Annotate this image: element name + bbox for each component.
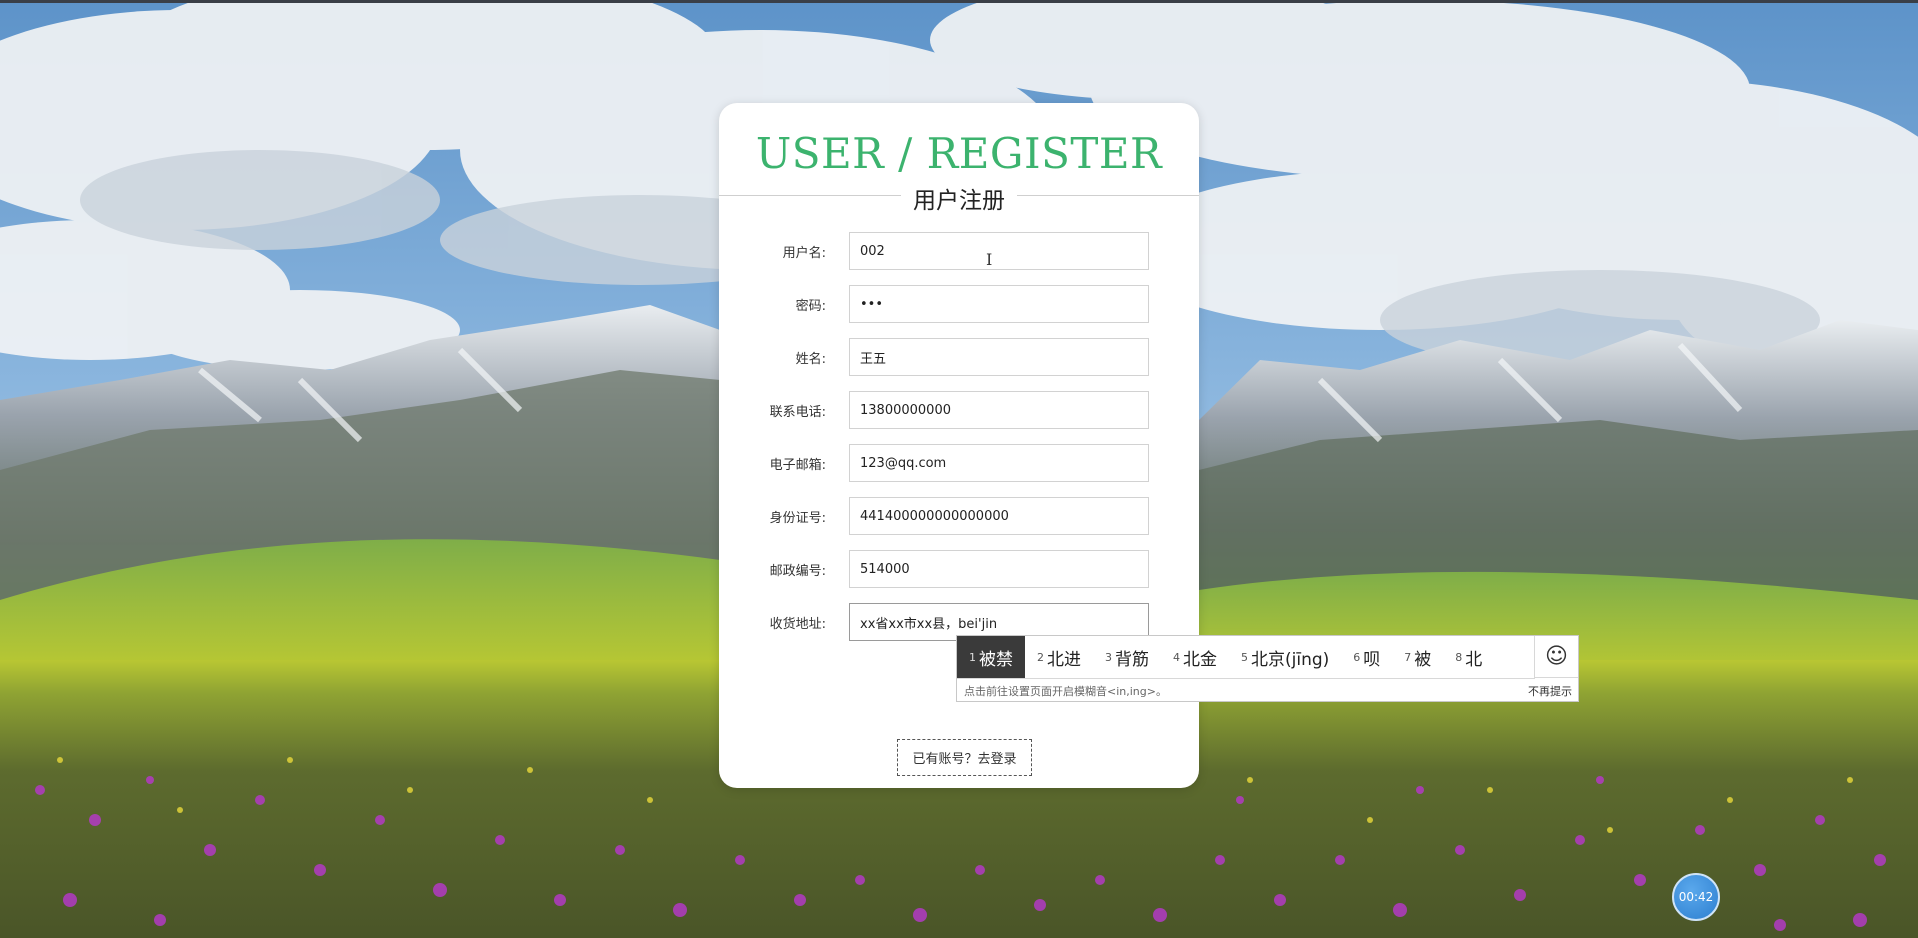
register-subtitle: 用户注册 [901, 188, 1017, 214]
form-row-email: 电子邮箱: [719, 444, 1199, 482]
candidate-text: 北进 [1047, 649, 1081, 670]
postcode-label: 邮政编号: [769, 564, 826, 579]
candidate-text: 被 [1414, 649, 1432, 670]
phone-input[interactable] [849, 391, 1149, 429]
form-row-phone: 联系电话: [719, 391, 1199, 429]
ime-candidate-3[interactable]: 3 背筋 [1093, 636, 1161, 678]
email-input[interactable] [849, 444, 1149, 482]
i-beam-cursor-icon: I [986, 250, 993, 269]
phone-label: 联系电话: [769, 405, 826, 420]
candidate-text: 北京(jīng) [1251, 649, 1330, 670]
candidate-number: 2 [1037, 650, 1044, 664]
form-row-username: 用户名: [719, 232, 1199, 270]
username-input[interactable] [849, 232, 1149, 270]
candidate-text: 北 [1465, 649, 1483, 670]
ime-candidate-list: 1 被禁 2 北进 3 背筋 4 北金 5 北京(jīng) 6 呗 7 被 8… [957, 636, 1535, 679]
name-input[interactable] [849, 338, 1149, 376]
candidate-number: 6 [1353, 650, 1361, 664]
id-number-label: 身份证号: [769, 511, 826, 526]
candidate-text: 北金 [1183, 649, 1217, 670]
ime-candidate-6[interactable]: 6 呗 [1341, 636, 1392, 678]
candidate-text: 呗 [1363, 649, 1381, 670]
candidate-text: 背筋 [1115, 649, 1149, 670]
go-login-link[interactable]: 已有账号？去登录 [897, 739, 1032, 776]
candidate-number: 3 [1105, 650, 1112, 664]
register-page: USER / REGISTER 用户注册 用户名: 密码: 姓名: 联系电话: … [0, 0, 1918, 938]
emoji-icon[interactable]: ☺ [1534, 636, 1578, 678]
candidate-number: 8 [1455, 650, 1463, 664]
ime-candidate-2[interactable]: 2 北进 [1025, 636, 1093, 678]
ime-candidate-8[interactable]: 8 北 [1443, 636, 1494, 678]
id-number-input[interactable] [849, 497, 1149, 535]
password-label: 密码: [795, 299, 826, 314]
register-title: USER / REGISTER [755, 129, 1163, 178]
top-window-bar [0, 0, 1918, 3]
form-row-password: 密码: [719, 285, 1199, 323]
form-row-name: 姓名: [719, 338, 1199, 376]
name-label: 姓名: [795, 352, 826, 367]
address-label: 收货地址: [769, 617, 826, 632]
postcode-input[interactable] [849, 550, 1149, 588]
ime-candidate-4[interactable]: 4 北金 [1161, 636, 1229, 678]
candidate-number: 5 [1241, 650, 1248, 664]
recording-timer-badge[interactable]: 00:42 [1672, 873, 1720, 921]
candidate-number: 4 [1173, 650, 1180, 664]
form-row-id-number: 身份证号: [719, 497, 1199, 535]
form-row-postcode: 邮政编号: [719, 550, 1199, 588]
ime-candidate-1[interactable]: 1 被禁 [957, 636, 1025, 678]
email-label: 电子邮箱: [769, 458, 826, 473]
ime-candidate-5[interactable]: 5 北京(jīng) [1229, 636, 1341, 678]
candidate-text: 被禁 [979, 649, 1013, 670]
password-input[interactable] [849, 285, 1149, 323]
candidate-number: 1 [969, 650, 976, 664]
ime-candidate-7[interactable]: 7 被 [1392, 636, 1443, 678]
ime-candidate-popup: 1 被禁 2 北进 3 背筋 4 北金 5 北京(jīng) 6 呗 7 被 8… [956, 635, 1579, 702]
candidate-number: 7 [1404, 650, 1412, 664]
ime-fuzzy-pinyin-hint[interactable]: 点击前往设置页面开启模糊音<in,ing>。 [964, 683, 1167, 699]
ime-dont-show-again-link[interactable]: 不再提示 [1528, 683, 1572, 699]
username-label: 用户名: [782, 246, 826, 261]
